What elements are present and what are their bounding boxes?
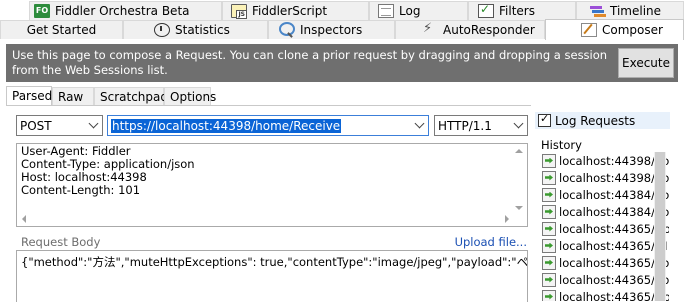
request-doc-icon (542, 272, 556, 287)
history-item-label: localhost:44384/ho (559, 204, 669, 219)
header-line: Content-Length: 101 (21, 183, 141, 197)
tab-fiddler-orchestra[interactable]: FO Fiddler Orchestra Beta (29, 1, 222, 20)
method-select[interactable]: POST (16, 115, 103, 136)
url-input[interactable]: https://localhost:44398/home/Receive (107, 115, 429, 136)
tab-options[interactable]: Options (164, 87, 216, 106)
history-item[interactable]: localhost:44365/Ho (539, 220, 669, 237)
history-item[interactable]: localhost:44365/ap (539, 271, 669, 288)
chevron-down-icon[interactable] (510, 116, 527, 135)
history-item[interactable]: localhost:44365/Ho (539, 288, 669, 301)
request-headers-editor[interactable]: User-Agent: Fiddler Content-Type: applic… (16, 143, 528, 227)
tab-label: Log (399, 4, 421, 18)
request-body-editor[interactable]: {"method":"方法","muteHttpExceptions": tru… (16, 250, 528, 302)
tab-label: Composer (602, 23, 663, 37)
tab-filters[interactable]: Filters (468, 1, 576, 20)
history-item-label: localhost:44365/ap (559, 255, 669, 270)
fo-icon: FO (34, 4, 50, 18)
history-list: localhost:44398/ho localhost:44398/ap lo… (539, 152, 669, 301)
history-item-label: localhost:44365/Ho (559, 221, 669, 236)
tab-autoresponder[interactable]: AutoResponder (395, 20, 545, 39)
composer-panel: POST https://localhost:44398/home/Receiv… (6, 105, 531, 302)
log-requests-toggle[interactable]: Log Requests (535, 112, 670, 129)
tab-label: Inspectors (300, 23, 363, 37)
history-item[interactable]: localhost:44384/ho (539, 186, 669, 203)
composer-subtabs: Parsed Raw Scratchpad Options (6, 86, 526, 106)
history-item[interactable]: localhost:44365/ap (539, 254, 669, 271)
checkbox-icon (478, 2, 494, 18)
tab-raw[interactable]: Raw (52, 87, 94, 106)
request-body-text: {"method":"方法","muteHttpExceptions": tru… (21, 255, 528, 269)
request-doc-icon (542, 255, 556, 270)
history-item-label: localhost:44384/ho (559, 187, 669, 202)
log-icon (378, 4, 394, 18)
scroll-up-icon[interactable] (515, 149, 523, 153)
history-scrollbar[interactable] (654, 152, 666, 301)
scroll-right-icon[interactable] (505, 215, 509, 223)
http-version-select[interactable]: HTTP/1.1 (434, 115, 528, 136)
tab-label: Fiddler Orchestra Beta (55, 4, 190, 18)
clock-icon (154, 23, 170, 37)
request-doc-icon (542, 289, 556, 301)
tab-statistics[interactable]: Statistics (123, 20, 268, 39)
tab-log[interactable]: Log (369, 1, 468, 20)
history-item[interactable]: localhost:44365//H (539, 237, 669, 254)
chevron-down-icon[interactable] (85, 116, 102, 135)
history-item-label: localhost:44365//H (559, 238, 668, 253)
scroll-left-icon[interactable] (22, 215, 26, 223)
tab-get-started[interactable]: Get Started (0, 20, 123, 39)
script-icon (231, 4, 247, 19)
tab-label: Parsed (12, 89, 53, 103)
log-requests-label: Log Requests (555, 113, 636, 128)
request-doc-icon (542, 221, 556, 236)
request-doc-icon (542, 170, 556, 185)
history-item-label: localhost:44398/ho (559, 153, 669, 168)
history-item-label: localhost:44365/Ho (559, 289, 669, 302)
tab-fiddlerscript[interactable]: FiddlerScript (222, 1, 369, 20)
method-value: POST (20, 118, 52, 133)
url-value: https://localhost:44398/home/Receive (111, 118, 342, 133)
timeline-icon (589, 4, 605, 18)
tab-timeline[interactable]: Timeline (576, 1, 684, 20)
execute-label: Execute (622, 55, 670, 70)
tab-row-bottom: Get Started Statistics Inspectors AutoRe… (0, 19, 684, 40)
request-body-label: Request Body (21, 235, 101, 249)
request-doc-icon (542, 187, 556, 202)
tab-label: Statistics (175, 23, 230, 37)
tab-label: FiddlerScript (252, 4, 328, 18)
inspect-icon (279, 22, 295, 36)
history-item[interactable]: localhost:44384/ho (539, 203, 669, 220)
request-doc-icon (542, 153, 556, 168)
tab-label: Filters (499, 4, 535, 18)
horizontal-scrollbar[interactable] (17, 211, 512, 226)
tab-label: Timeline (610, 4, 662, 18)
info-banner: Use this page to compose a Request. You … (6, 44, 678, 82)
bolt-icon (422, 21, 438, 37)
history-item[interactable]: localhost:44398/ho (539, 152, 669, 169)
tab-label: AutoResponder (443, 23, 535, 37)
chevron-down-icon[interactable] (411, 116, 428, 135)
history-item-label: localhost:44398/ap (559, 170, 669, 185)
scroll-down-icon[interactable] (515, 206, 523, 210)
tab-composer[interactable]: Composer (545, 19, 684, 40)
execute-button[interactable]: Execute (618, 48, 674, 78)
history-item-label: localhost:44365/ap (559, 272, 669, 287)
compose-icon (581, 23, 597, 37)
tab-label: Options (170, 89, 217, 104)
history-item[interactable]: localhost:44398/ap (539, 169, 669, 186)
history-label: History (541, 138, 582, 152)
tab-parsed[interactable]: Parsed (6, 86, 52, 106)
tab-inspectors[interactable]: Inspectors (268, 20, 395, 39)
log-requests-checkbox[interactable] (538, 112, 551, 127)
tab-label: Get Started (26, 23, 97, 37)
vertical-scrollbar[interactable] (512, 144, 527, 212)
request-doc-icon (542, 204, 556, 219)
banner-text: Use this page to compose a Request. You … (12, 48, 608, 77)
upload-file-link[interactable]: Upload file... (455, 235, 527, 249)
tab-label: Scratchpad (100, 89, 168, 104)
tab-label: Raw (58, 89, 84, 104)
version-value: HTTP/1.1 (438, 118, 492, 133)
request-doc-icon (542, 238, 556, 253)
tab-row-top: FO Fiddler Orchestra Beta FiddlerScript … (0, 1, 684, 20)
tab-scratchpad[interactable]: Scratchpad (94, 87, 168, 106)
